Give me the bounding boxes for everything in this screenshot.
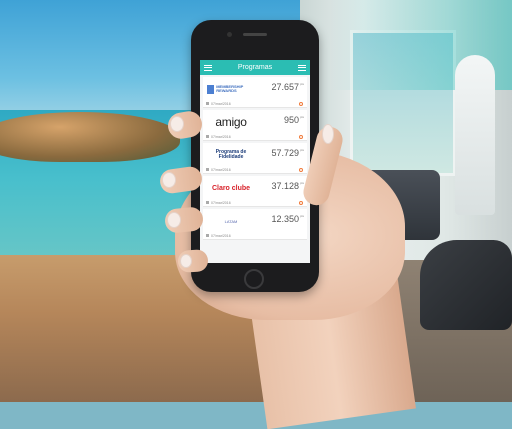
refresh-icon[interactable] [299, 135, 303, 139]
calendar-icon [206, 135, 209, 138]
rocks [0, 112, 180, 162]
points-value: 950 [283, 115, 299, 125]
program-card[interactable]: LATAM 12.350 pts 07/mar/2016 [203, 209, 307, 240]
phone-screen: Programas MEMBERSHIP REWARDS 27.657 pts … [200, 60, 310, 263]
refresh-icon[interactable] [299, 168, 303, 172]
calendar-icon [206, 234, 209, 237]
smartphone: Programas MEMBERSHIP REWARDS 27.657 pts … [191, 20, 319, 292]
calendar-icon [206, 102, 209, 105]
update-date: 07/mar/2016 [211, 234, 231, 238]
program-card[interactable]: MEMBERSHIP REWARDS 27.657 pts 07/mar/201… [203, 77, 307, 108]
amigo-logo: amigo [215, 115, 247, 129]
points-unit: pts [299, 181, 304, 185]
menu-icon[interactable] [204, 64, 212, 71]
latam-logo: LATAM [224, 218, 238, 224]
program-card[interactable]: Claro clube 37.128 pts 07/mar/2016 [203, 176, 307, 207]
update-date: 07/mar/2016 [211, 168, 231, 172]
points-unit: pts [299, 82, 304, 86]
membership-rewards-logo: MEMBERSHIP REWARDS [207, 81, 255, 97]
points-value: 27.657 [271, 82, 299, 92]
fingernail [162, 172, 176, 188]
points-unit: pts [299, 214, 304, 218]
program-card[interactable]: amigo 950 pts 07/mar/2016 [203, 110, 307, 141]
thumbnail [322, 124, 334, 144]
program-card[interactable]: Programa de Fidelidade 57.729 pts 07/mar… [203, 143, 307, 174]
app-bar: Programas [200, 60, 310, 75]
camera-icon [227, 32, 232, 37]
points-unit: pts [299, 115, 304, 119]
fingernail [167, 212, 181, 228]
list-icon[interactable] [297, 64, 306, 71]
refresh-icon[interactable] [299, 201, 303, 205]
claro-clube-logo: Claro clube [211, 184, 251, 192]
app-title: Programas [237, 64, 273, 71]
update-date: 07/mar/2016 [211, 102, 231, 106]
amex-icon [207, 84, 215, 94]
fingernail [180, 254, 192, 268]
points-unit: pts [299, 148, 304, 152]
update-date: 07/mar/2016 [211, 201, 231, 205]
refresh-icon[interactable] [299, 102, 303, 106]
speaker [243, 33, 267, 36]
calendar-icon [206, 201, 209, 204]
home-button[interactable] [244, 269, 264, 289]
points-value: 57.729 [271, 148, 299, 158]
update-date: 07/mar/2016 [211, 135, 231, 139]
lamp [455, 55, 495, 215]
chair [420, 240, 512, 330]
calendar-icon [206, 168, 209, 171]
fidelidade-logo: Programa de Fidelidade [215, 149, 247, 160]
points-value: 37.128 [271, 181, 299, 191]
fingernail [170, 116, 184, 132]
points-value: 12.350 [271, 214, 299, 224]
